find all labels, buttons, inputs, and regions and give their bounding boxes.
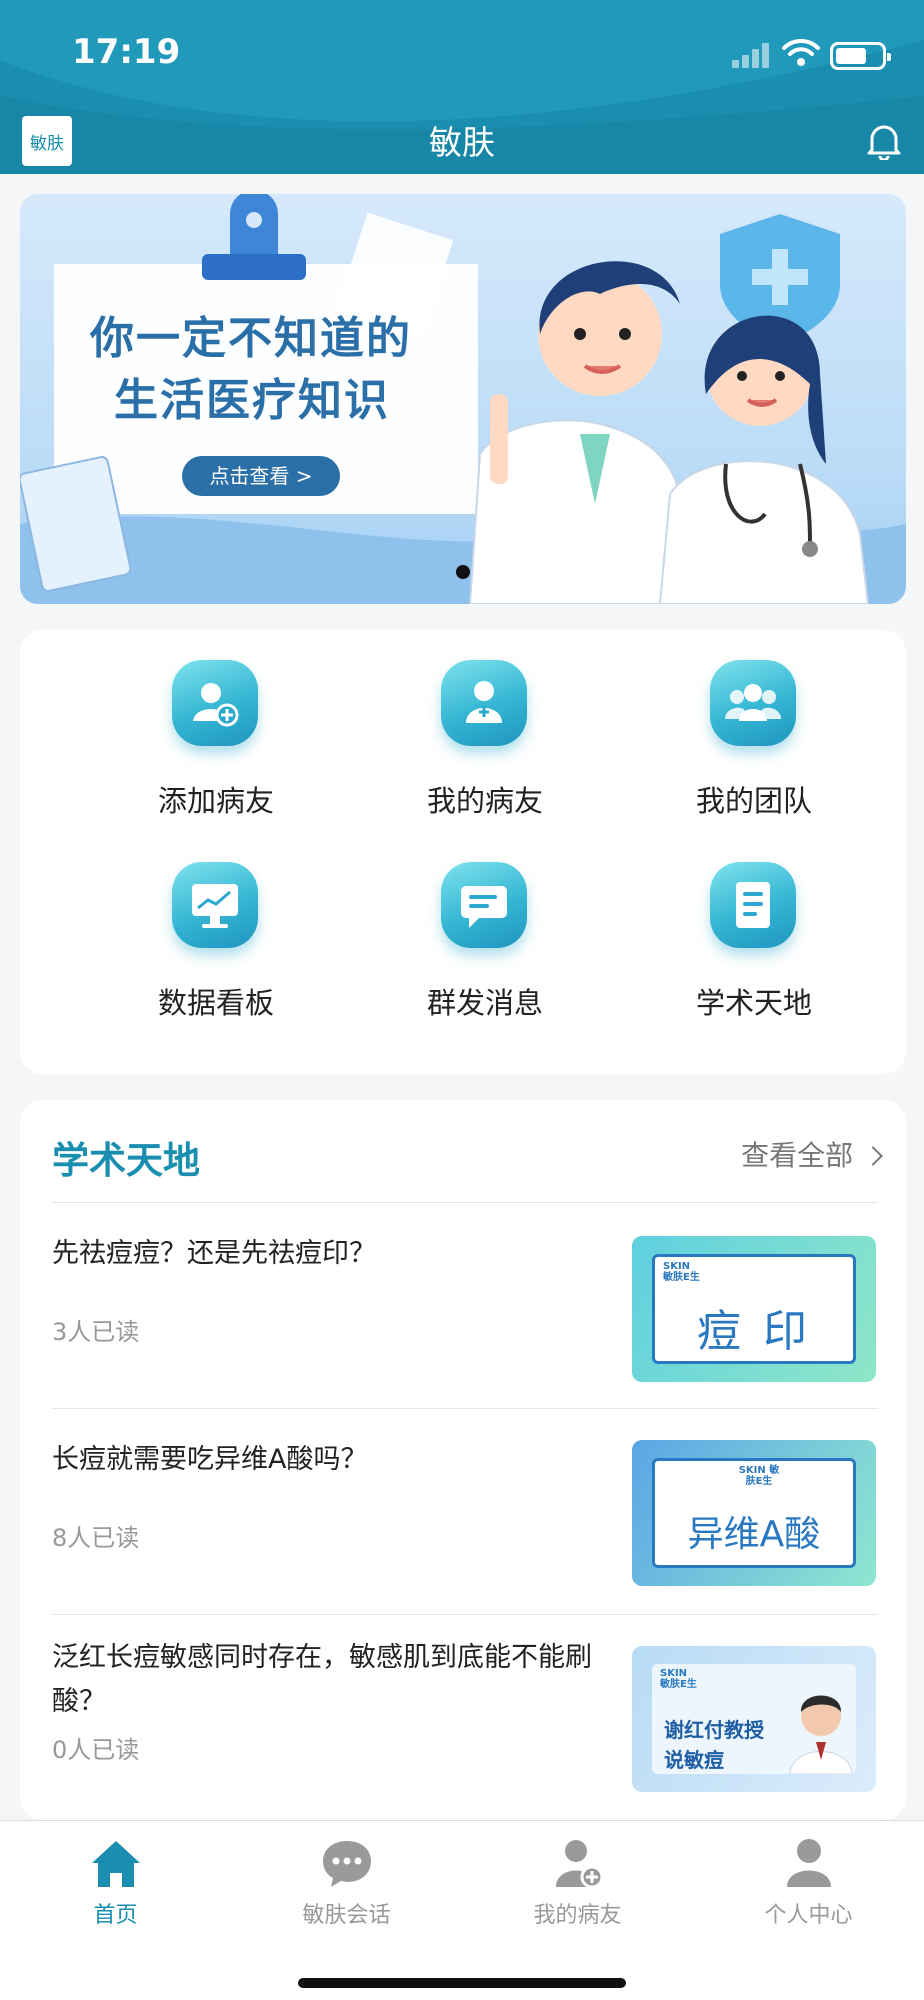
my-team-tile[interactable]: 我的团队 — [614, 650, 894, 850]
doctor-portrait — [789, 1695, 853, 1774]
document-icon — [710, 862, 796, 948]
thumbnail-brand: SKIN 敏肤E生 — [660, 1668, 697, 1690]
tile-label: 添加病友 — [157, 784, 274, 818]
promo-banner[interactable]: 你一定不知道的 生活医疗知识 点击查看 > — [20, 194, 906, 604]
article-item[interactable]: 泛红长痘敏感同时存在，敏感肌到底能不能刷酸？ 0人已读 SKIN 敏肤E生 谢红… — [20, 1614, 906, 1820]
chevron-right-icon — [863, 1146, 883, 1166]
article-title: 先祛痘痘？还是先祛痘印？ — [52, 1238, 376, 1269]
section-title: 学术天地 — [52, 1139, 200, 1182]
article-thumbnail: SKIN 敏肤E生 痘 印 — [632, 1236, 876, 1382]
add-patient-icon — [172, 660, 258, 746]
thumbnail-text-line2: 说敏痘 — [664, 1748, 724, 1772]
thumbnail-brand: SKIN 敏肤E生 — [663, 1261, 700, 1283]
thumbnail-text: 异维A酸 — [687, 1514, 821, 1555]
message-icon — [441, 862, 527, 948]
article-thumbnail: SKIN 敏肤E生 谢红付教授 说敏痘 — [632, 1646, 876, 1792]
thumbnail-brand: SKIN 敏肤E生 — [738, 1465, 780, 1487]
patients-icon — [555, 1840, 603, 1889]
tab-label: 敏肤会话 — [302, 1903, 391, 1928]
add-patient-tile[interactable]: 添加病友 — [76, 650, 356, 850]
banner-headline-line2: 生活医疗知识 — [114, 375, 390, 426]
banner-headline-line1: 你一定不知道的 — [90, 313, 412, 364]
patient-icon — [441, 660, 527, 746]
dashboard-tile[interactable]: 数据看板 — [76, 852, 356, 1052]
bell-icon[interactable] — [866, 122, 902, 160]
banner-view-button[interactable]: 点击查看 > — [182, 456, 340, 496]
bottom-tab-bar: 首页 敏肤会话 我的病友 个人中心 — [0, 1820, 924, 2000]
tile-label: 学术天地 — [695, 986, 812, 1020]
profile-icon — [786, 1839, 831, 1887]
thumbnail-text-line1: 谢红付教授 — [664, 1718, 764, 1742]
dashboard-icon — [172, 862, 258, 948]
tab-label: 我的病友 — [533, 1903, 622, 1928]
tab-chat[interactable]: 敏肤会话 — [231, 1833, 462, 1933]
tile-label: 我的病友 — [426, 784, 543, 818]
tab-label: 个人中心 — [764, 1903, 853, 1928]
article-read-count: 0人已读 — [52, 1736, 140, 1764]
tab-label: 首页 — [93, 1903, 138, 1928]
app-header: 17:19 敏肤 敏肤 — [0, 0, 924, 174]
tile-label: 数据看板 — [157, 986, 274, 1020]
article-title: 泛红长痘敏感同时存在，敏感肌到底能不能刷酸？ — [52, 1642, 592, 1717]
battery-icon — [830, 42, 891, 70]
tile-label: 我的团队 — [695, 784, 812, 818]
tab-home[interactable]: 首页 — [0, 1833, 231, 1933]
article-title: 长痘就需要吃异维A酸吗？ — [52, 1444, 368, 1475]
article-read-count: 3人已读 — [52, 1318, 140, 1346]
team-icon — [710, 660, 796, 746]
academic-tile[interactable]: 学术天地 — [614, 852, 894, 1052]
view-all-link[interactable]: 查看全部 — [741, 1134, 883, 1174]
academic-section: 学术天地 查看全部 先祛痘痘？还是先祛痘印？ 3人已读 SKIN 敏肤E生 痘 … — [20, 1100, 906, 1820]
wifi-icon — [782, 38, 820, 66]
article-read-count: 8人已读 — [52, 1524, 140, 1552]
view-all-label: 查看全部 — [741, 1139, 854, 1172]
tile-label: 群发消息 — [426, 986, 543, 1020]
tab-patients[interactable]: 我的病友 — [462, 1833, 693, 1933]
article-item[interactable]: 先祛痘痘？还是先祛痘印？ 3人已读 SKIN 敏肤E生 痘 印 — [20, 1202, 906, 1408]
my-patients-tile[interactable]: 我的病友 — [345, 650, 625, 850]
thumbnail-text: 痘 印 — [697, 1306, 811, 1357]
home-icon — [91, 1841, 140, 1887]
signal-icon — [732, 42, 772, 68]
status-time: 17:19 — [72, 32, 181, 72]
page-title: 敏肤 — [429, 123, 495, 162]
tab-profile[interactable]: 个人中心 — [693, 1833, 924, 1933]
article-item[interactable]: 长痘就需要吃异维A酸吗？ 8人已读 SKIN 敏肤E生 异维A酸 — [20, 1408, 906, 1614]
home-indicator — [298, 1978, 626, 1988]
chat-icon — [322, 1841, 371, 1887]
article-thumbnail: SKIN 敏肤E生 异维A酸 — [632, 1440, 876, 1586]
broadcast-tile[interactable]: 群发消息 — [345, 852, 625, 1052]
feature-grid: 添加病友 我的病友 我的团队 数据看板 群发消息 学术天地 — [20, 630, 906, 1074]
